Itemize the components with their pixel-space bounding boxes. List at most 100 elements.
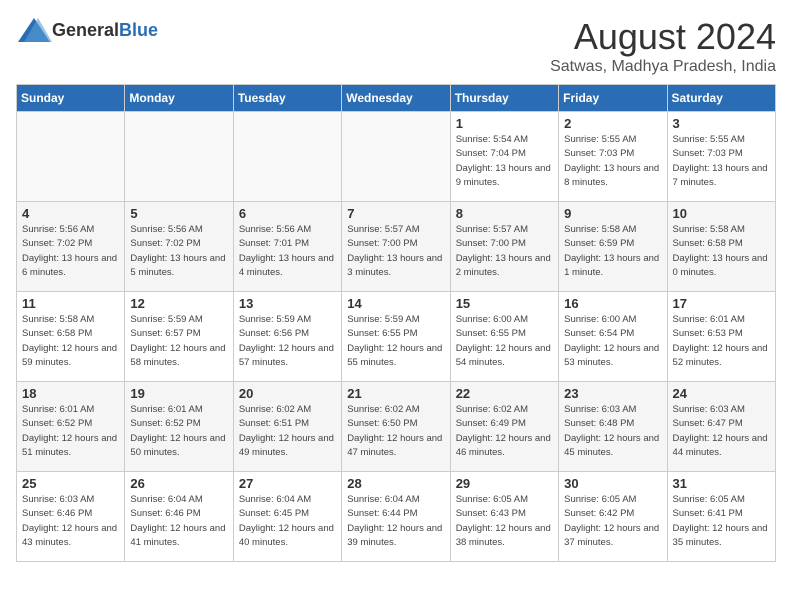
day-number: 3 bbox=[673, 116, 770, 131]
day-detail: Sunrise: 6:02 AMSunset: 6:51 PMDaylight:… bbox=[239, 403, 336, 460]
calendar-cell: 5 Sunrise: 5:56 AMSunset: 7:02 PMDaylight… bbox=[125, 202, 233, 292]
weekday-header: Tuesday bbox=[233, 85, 341, 112]
day-detail: Sunrise: 5:59 AMSunset: 6:56 PMDaylight:… bbox=[239, 313, 336, 370]
day-detail: Sunrise: 5:56 AMSunset: 7:01 PMDaylight:… bbox=[239, 223, 336, 280]
day-number: 29 bbox=[456, 476, 553, 491]
day-detail: Sunrise: 6:03 AMSunset: 6:47 PMDaylight:… bbox=[673, 403, 770, 460]
day-number: 8 bbox=[456, 206, 553, 221]
day-detail: Sunrise: 6:00 AMSunset: 6:54 PMDaylight:… bbox=[564, 313, 661, 370]
calendar-cell: 14 Sunrise: 5:59 AMSunset: 6:55 PMDayligh… bbox=[342, 292, 450, 382]
logo-blue-text: Blue bbox=[119, 20, 158, 40]
calendar-cell: 31 Sunrise: 6:05 AMSunset: 6:41 PMDayligh… bbox=[667, 472, 775, 562]
title-block: August 2024 Satwas, Madhya Pradesh, Indi… bbox=[550, 16, 776, 76]
day-number: 26 bbox=[130, 476, 227, 491]
calendar-cell: 11 Sunrise: 5:58 AMSunset: 6:58 PMDayligh… bbox=[17, 292, 125, 382]
day-number: 15 bbox=[456, 296, 553, 311]
calendar-cell: 8 Sunrise: 5:57 AMSunset: 7:00 PMDaylight… bbox=[450, 202, 558, 292]
weekday-header: Friday bbox=[559, 85, 667, 112]
day-detail: Sunrise: 5:58 AMSunset: 6:59 PMDaylight:… bbox=[564, 223, 661, 280]
day-detail: Sunrise: 5:58 AMSunset: 6:58 PMDaylight:… bbox=[673, 223, 770, 280]
day-detail: Sunrise: 6:05 AMSunset: 6:43 PMDaylight:… bbox=[456, 493, 553, 550]
day-number: 22 bbox=[456, 386, 553, 401]
day-number: 28 bbox=[347, 476, 444, 491]
calendar-cell: 30Sunrise: 6:05 AMSunset: 6:42 PMDayligh… bbox=[559, 472, 667, 562]
day-detail: Sunrise: 6:05 AMSunset: 6:41 PMDaylight:… bbox=[673, 493, 770, 550]
page-header: GeneralBlue August 2024 Satwas, Madhya P… bbox=[16, 16, 776, 76]
day-detail: Sunrise: 5:54 AMSunset: 7:04 PMDaylight:… bbox=[456, 133, 553, 190]
day-number: 19 bbox=[130, 386, 227, 401]
day-detail: Sunrise: 6:00 AMSunset: 6:55 PMDaylight:… bbox=[456, 313, 553, 370]
calendar-cell: 18Sunrise: 6:01 AMSunset: 6:52 PMDayligh… bbox=[17, 382, 125, 472]
day-detail: Sunrise: 5:57 AMSunset: 7:00 PMDaylight:… bbox=[347, 223, 444, 280]
calendar-cell: 29 Sunrise: 6:05 AMSunset: 6:43 PMDayligh… bbox=[450, 472, 558, 562]
calendar-cell: 7Sunrise: 5:57 AMSunset: 7:00 PMDaylight… bbox=[342, 202, 450, 292]
day-number: 17 bbox=[673, 296, 770, 311]
day-number: 25 bbox=[22, 476, 119, 491]
day-number: 27 bbox=[239, 476, 336, 491]
day-number: 9 bbox=[564, 206, 661, 221]
day-number: 11 bbox=[22, 296, 119, 311]
logo-icon bbox=[16, 16, 52, 44]
calendar-cell: 10 Sunrise: 5:58 AMSunset: 6:58 PMDayligh… bbox=[667, 202, 775, 292]
calendar-cell: 26Sunrise: 6:04 AMSunset: 6:46 PMDayligh… bbox=[125, 472, 233, 562]
calendar-cell: 3 Sunrise: 5:55 AMSunset: 7:03 PMDaylight… bbox=[667, 112, 775, 202]
weekday-header: Saturday bbox=[667, 85, 775, 112]
day-detail: Sunrise: 6:05 AMSunset: 6:42 PMDaylight:… bbox=[564, 493, 661, 550]
weekday-header: Thursday bbox=[450, 85, 558, 112]
weekday-header: Sunday bbox=[17, 85, 125, 112]
day-detail: Sunrise: 5:56 AMSunset: 7:02 PMDaylight:… bbox=[130, 223, 227, 280]
day-detail: Sunrise: 5:57 AMSunset: 7:00 PMDaylight:… bbox=[456, 223, 553, 280]
day-number: 6 bbox=[239, 206, 336, 221]
calendar-cell: 19 Sunrise: 6:01 AMSunset: 6:52 PMDayligh… bbox=[125, 382, 233, 472]
location: Satwas, Madhya Pradesh, India bbox=[550, 58, 776, 76]
calendar-cell: 24 Sunrise: 6:03 AMSunset: 6:47 PMDayligh… bbox=[667, 382, 775, 472]
calendar-cell: 21Sunrise: 6:02 AMSunset: 6:50 PMDayligh… bbox=[342, 382, 450, 472]
day-detail: Sunrise: 6:02 AMSunset: 6:49 PMDaylight:… bbox=[456, 403, 553, 460]
calendar-cell bbox=[125, 112, 233, 202]
logo[interactable]: GeneralBlue bbox=[16, 16, 158, 44]
calendar-table: SundayMondayTuesdayWednesdayThursdayFrid… bbox=[16, 84, 776, 562]
day-number: 2 bbox=[564, 116, 661, 131]
day-number: 12 bbox=[130, 296, 227, 311]
day-number: 20 bbox=[239, 386, 336, 401]
day-detail: Sunrise: 6:04 AMSunset: 6:45 PMDaylight:… bbox=[239, 493, 336, 550]
day-detail: Sunrise: 5:58 AMSunset: 6:58 PMDaylight:… bbox=[22, 313, 119, 370]
day-number: 16 bbox=[564, 296, 661, 311]
calendar-cell: 17 Sunrise: 6:01 AMSunset: 6:53 PMDayligh… bbox=[667, 292, 775, 382]
calendar-cell: 2 Sunrise: 5:55 AMSunset: 7:03 PMDaylight… bbox=[559, 112, 667, 202]
day-number: 14 bbox=[347, 296, 444, 311]
day-number: 4 bbox=[22, 206, 119, 221]
day-detail: Sunrise: 6:02 AMSunset: 6:50 PMDaylight:… bbox=[347, 403, 444, 460]
calendar-cell: 27 Sunrise: 6:04 AMSunset: 6:45 PMDayligh… bbox=[233, 472, 341, 562]
calendar-cell: 15 Sunrise: 6:00 AMSunset: 6:55 PMDayligh… bbox=[450, 292, 558, 382]
day-detail: Sunrise: 6:01 AMSunset: 6:52 PMDaylight:… bbox=[130, 403, 227, 460]
day-detail: Sunrise: 6:03 AMSunset: 6:48 PMDaylight:… bbox=[564, 403, 661, 460]
weekday-header: Wednesday bbox=[342, 85, 450, 112]
day-number: 1 bbox=[456, 116, 553, 131]
calendar-cell: 22 Sunrise: 6:02 AMSunset: 6:49 PMDayligh… bbox=[450, 382, 558, 472]
calendar-cell bbox=[342, 112, 450, 202]
day-detail: Sunrise: 6:04 AMSunset: 6:44 PMDaylight:… bbox=[347, 493, 444, 550]
day-number: 10 bbox=[673, 206, 770, 221]
weekday-header: Monday bbox=[125, 85, 233, 112]
calendar-cell: 23 Sunrise: 6:03 AMSunset: 6:48 PMDayligh… bbox=[559, 382, 667, 472]
calendar-cell: 16 Sunrise: 6:00 AMSunset: 6:54 PMDayligh… bbox=[559, 292, 667, 382]
calendar-cell bbox=[233, 112, 341, 202]
calendar-cell: 13 Sunrise: 5:59 AMSunset: 6:56 PMDayligh… bbox=[233, 292, 341, 382]
day-number: 23 bbox=[564, 386, 661, 401]
day-number: 31 bbox=[673, 476, 770, 491]
day-detail: Sunrise: 6:01 AMSunset: 6:52 PMDaylight:… bbox=[22, 403, 119, 460]
day-detail: Sunrise: 6:01 AMSunset: 6:53 PMDaylight:… bbox=[673, 313, 770, 370]
day-number: 24 bbox=[673, 386, 770, 401]
calendar-cell bbox=[17, 112, 125, 202]
day-number: 13 bbox=[239, 296, 336, 311]
day-detail: Sunrise: 5:55 AMSunset: 7:03 PMDaylight:… bbox=[673, 133, 770, 190]
day-detail: Sunrise: 5:59 AMSunset: 6:55 PMDaylight:… bbox=[347, 313, 444, 370]
day-detail: Sunrise: 6:03 AMSunset: 6:46 PMDaylight:… bbox=[22, 493, 119, 550]
day-detail: Sunrise: 5:55 AMSunset: 7:03 PMDaylight:… bbox=[564, 133, 661, 190]
day-number: 5 bbox=[130, 206, 227, 221]
calendar-cell: 1 Sunrise: 5:54 AMSunset: 7:04 PMDaylight… bbox=[450, 112, 558, 202]
month-title: August 2024 bbox=[550, 16, 776, 58]
logo-general: General bbox=[52, 20, 119, 40]
day-detail: Sunrise: 5:56 AMSunset: 7:02 PMDaylight:… bbox=[22, 223, 119, 280]
